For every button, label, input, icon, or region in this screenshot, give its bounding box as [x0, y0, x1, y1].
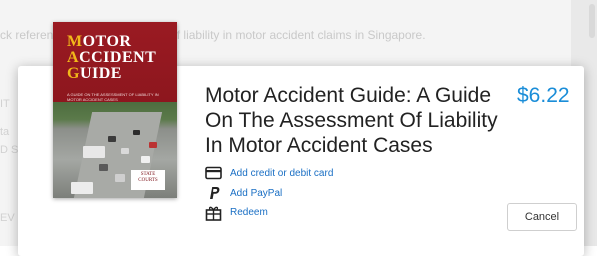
state-courts-seal: STATE COURTS — [131, 170, 165, 190]
gift-icon — [205, 205, 222, 221]
book-cover: MOTOR ACCIDENT GUIDE A Guide on the Asse… — [53, 22, 177, 198]
credit-card-icon — [205, 166, 222, 180]
cover-title-rest: UIDE — [79, 65, 122, 82]
price-label: $6.22 — [517, 84, 570, 107]
book-title-line: In Motor Accident Cases — [205, 134, 433, 157]
cover-title-rest: OTOR — [82, 33, 132, 50]
car — [149, 142, 157, 148]
scrollbar[interactable] — [589, 4, 595, 38]
book-title-line: On The Assessment Of Liability — [205, 109, 498, 132]
paypal-icon — [205, 186, 222, 200]
bus — [83, 146, 105, 158]
truck — [71, 182, 93, 194]
background-fragment: D S — [0, 144, 19, 156]
car — [99, 164, 108, 171]
cover-title-rest: CCIDENT — [79, 49, 157, 66]
cover-subtitle: A Guide on the Assessment of Liability i… — [67, 92, 159, 102]
car — [121, 148, 129, 154]
add-card-label: Add credit or debit card — [230, 167, 334, 179]
redeem-option[interactable]: Redeem — [205, 204, 268, 221]
book-title: Motor Accident Guide: A Guide On The Ass… — [205, 83, 525, 158]
add-paypal-option[interactable]: Add PayPal — [205, 185, 282, 201]
add-paypal-label: Add PayPal — [230, 187, 283, 199]
cover-title-initial: A — [67, 49, 80, 66]
car — [141, 156, 150, 163]
redeem-label: Redeem — [230, 206, 268, 218]
cover-title: MOTOR ACCIDENT GUIDE — [67, 34, 156, 82]
background-fragment: ta — [0, 126, 10, 138]
add-card-option[interactable]: Add credit or debit card — [205, 165, 333, 181]
cover-title-initial: M — [67, 33, 83, 50]
cover-title-initial: G — [67, 65, 80, 82]
background-fragment: IT — [0, 98, 10, 110]
cancel-button[interactable]: Cancel — [507, 203, 577, 231]
book-title-line: Motor Accident Guide: A Guide — [205, 84, 492, 107]
car — [133, 130, 140, 135]
background-fragment: EV — [0, 212, 15, 224]
car — [115, 174, 125, 182]
car — [108, 136, 116, 142]
